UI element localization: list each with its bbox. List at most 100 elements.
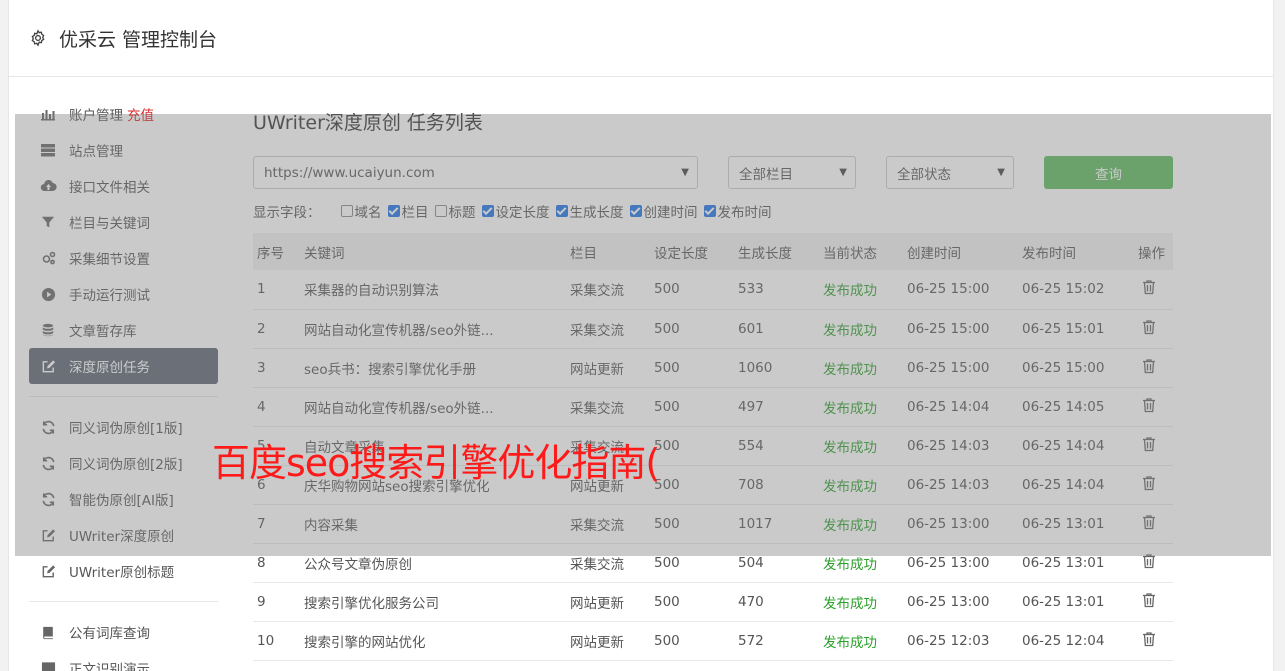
table-cell: 3 bbox=[253, 348, 300, 388]
table-cell: 06-25 15:02 bbox=[1018, 270, 1134, 310]
console-frame: 优采云 管理控制台 账户管理 充值站点管理接口文件相关栏目与关键词 采集细节设置 手动… bbox=[8, 0, 1274, 671]
trash-icon[interactable] bbox=[1138, 280, 1156, 299]
table-cell: 497 bbox=[734, 387, 819, 427]
table-cell: 网站自动化宣传机器/seo外链... bbox=[300, 309, 566, 349]
checkbox-unchecked-icon[interactable] bbox=[340, 205, 353, 217]
table-cell: 06-25 14:04 bbox=[903, 387, 1018, 427]
column-header: 创建时间 bbox=[907, 245, 961, 262]
checkbox-checked-icon[interactable] bbox=[703, 205, 716, 217]
trash-icon[interactable] bbox=[1138, 397, 1156, 417]
sidebar-item-b0[interactable]: 同义词伪原创[1版] bbox=[29, 409, 218, 445]
field-checkbox[interactable]: 栏目 bbox=[387, 201, 429, 221]
trash-icon[interactable] bbox=[1138, 475, 1156, 495]
site-select[interactable]: https://www.ucaiyun.com ▼ bbox=[253, 156, 698, 189]
book-icon bbox=[39, 623, 57, 641]
field-checkbox[interactable]: 创建时间 bbox=[629, 201, 698, 221]
table-cell: 500 bbox=[650, 270, 734, 310]
column-header: 操作 bbox=[1138, 245, 1165, 262]
table-cell-action bbox=[1134, 465, 1173, 505]
refresh-icon bbox=[39, 454, 57, 472]
trash-icon[interactable] bbox=[1138, 514, 1156, 534]
field-checkbox-label: 生成长度 bbox=[569, 205, 624, 221]
field-checkbox[interactable]: 标题 bbox=[434, 201, 476, 221]
table-cell: 601 bbox=[734, 309, 819, 349]
checkbox-checked-icon[interactable] bbox=[387, 205, 400, 217]
table-cell: 发布成功 bbox=[819, 426, 903, 466]
table-cell: 采集交流 bbox=[566, 270, 650, 310]
table-cell: 发布成功 bbox=[819, 621, 903, 661]
table-cell: 搜索引擎的网站优化 bbox=[300, 621, 566, 661]
table-cell: 8 bbox=[253, 543, 300, 583]
bar-chart-icon bbox=[39, 105, 57, 123]
table-cell: 06-25 13:00 bbox=[903, 543, 1018, 583]
top-bar: 优采云 管理控制台 bbox=[9, 0, 1273, 77]
sidebar-item-label: 站点管理 bbox=[69, 144, 123, 160]
filter-bar: https://www.ucaiyun.com ▼ 全部栏目 ▼ 全部状态 ▼ … bbox=[253, 156, 1173, 189]
table-row: 4 网站自动化宣传机器/seo外链... 采集交流 500 497 发布成功 06-25 1… bbox=[253, 387, 1173, 427]
table-cell: 4 bbox=[253, 387, 300, 427]
field-checkbox[interactable]: 设定长度 bbox=[481, 201, 550, 221]
table-cell: 采集交流 bbox=[566, 504, 650, 544]
table-cell: 9 bbox=[253, 582, 300, 622]
sidebar-item-b2[interactable]: 智能伪原创[AI版] bbox=[29, 481, 218, 517]
table-cell: 06-25 15:00 bbox=[903, 309, 1018, 349]
app-title: 优采云 管理控制台 bbox=[59, 28, 218, 51]
display-fields: 显示字段： 域名 栏目 标题 设定长度 生成长度 创建时间 发布时间 bbox=[253, 201, 1173, 221]
checkbox-unchecked-icon[interactable] bbox=[434, 205, 447, 217]
table-cell: 发布成功 bbox=[819, 348, 903, 388]
checkbox-checked-icon[interactable] bbox=[481, 205, 494, 217]
trash-icon[interactable] bbox=[1138, 592, 1156, 612]
table-cell: 06-25 13:01 bbox=[1018, 582, 1134, 622]
sidebar-item-a5[interactable]: 手动运行测试 bbox=[29, 276, 218, 312]
query-button[interactable]: 查询 bbox=[1044, 156, 1173, 189]
trash-icon[interactable] bbox=[1138, 319, 1156, 339]
column-select[interactable]: 全部栏目 ▼ bbox=[728, 156, 856, 189]
status-select[interactable]: 全部状态 ▼ bbox=[886, 156, 1014, 189]
trash-icon[interactable] bbox=[1138, 553, 1156, 573]
trash-icon[interactable] bbox=[1138, 358, 1156, 378]
table-cell-action bbox=[1134, 426, 1173, 466]
sidebar-item-label: UWriter深度原创 bbox=[69, 529, 175, 545]
sidebar-item-a0[interactable]: 账户管理 充值 bbox=[29, 96, 218, 132]
sidebar-item-a4[interactable]: 采集细节设置 bbox=[29, 240, 218, 276]
checkbox-checked-icon[interactable] bbox=[629, 205, 642, 217]
sidebar-item-c1[interactable]: 正文识别演示 bbox=[29, 650, 218, 671]
table-cell: 06-25 12:04 bbox=[1018, 621, 1134, 661]
table-row: 7 内容采集 采集交流 500 1017 发布成功 06-25 13:00 06-25 13:… bbox=[253, 504, 1173, 544]
field-checkbox-label: 创建时间 bbox=[643, 205, 698, 221]
field-checkbox-label: 标题 bbox=[448, 205, 476, 221]
sidebar-item-c0[interactable]: 公有词库查询 bbox=[29, 614, 218, 650]
trash-icon[interactable] bbox=[1138, 436, 1156, 456]
sidebar-item-b3[interactable]: UWriter深度原创 bbox=[29, 517, 218, 553]
field-checkbox[interactable]: 发布时间 bbox=[703, 201, 772, 221]
table-cell: 网站更新 bbox=[566, 582, 650, 622]
sidebar-item-b1[interactable]: 同义词伪原创[2版] bbox=[29, 445, 218, 481]
sidebar-item-b4[interactable]: UWriter原创标题 bbox=[29, 553, 218, 589]
sidebar-item-a7[interactable]: 深度原创任务 bbox=[29, 348, 218, 384]
table-cell: 采集器的自动识别算法 bbox=[300, 270, 566, 310]
column-header: 生成长度 bbox=[738, 245, 792, 262]
sidebar: 账户管理 充值站点管理接口文件相关栏目与关键词 采集细节设置 手动运行测试 文章暂存库深… bbox=[29, 96, 218, 671]
sidebar-item-a2[interactable]: 接口文件相关 bbox=[29, 168, 218, 204]
sidebar-item-a3[interactable]: 栏目与关键词 bbox=[29, 204, 218, 240]
field-checkbox[interactable]: 域名 bbox=[340, 201, 382, 221]
table-cell: 采集交流 bbox=[566, 309, 650, 349]
sidebar-item-a1[interactable]: 站点管理 bbox=[29, 132, 218, 168]
table-cell: 10 bbox=[253, 621, 300, 661]
field-checkbox[interactable]: 生成长度 bbox=[555, 201, 624, 221]
recharge-link[interactable]: 充值 bbox=[127, 104, 154, 124]
sidebar-item-a6[interactable]: 文章暂存库 bbox=[29, 312, 218, 348]
trash-icon[interactable] bbox=[1138, 631, 1156, 651]
watermark-text: 百度seo搜索引擎优化指南( bbox=[212, 441, 660, 485]
checkbox-checked-icon[interactable] bbox=[555, 205, 568, 217]
database-icon bbox=[39, 321, 57, 339]
sidebar-item-label: 接口文件相关 bbox=[69, 180, 150, 196]
chevron-down-icon: ▼ bbox=[839, 167, 847, 178]
table-cell: 06-25 13:01 bbox=[1018, 543, 1134, 583]
field-checkbox-label: 栏目 bbox=[401, 205, 429, 221]
table-cell-action bbox=[1134, 309, 1173, 349]
main-content: UWriter深度原创 任务列表 https://www.ucaiyun.com… bbox=[253, 96, 1173, 661]
display-fields-label: 显示字段： bbox=[253, 205, 321, 221]
table-cell: 500 bbox=[650, 582, 734, 622]
column-header: 当前状态 bbox=[823, 245, 877, 262]
